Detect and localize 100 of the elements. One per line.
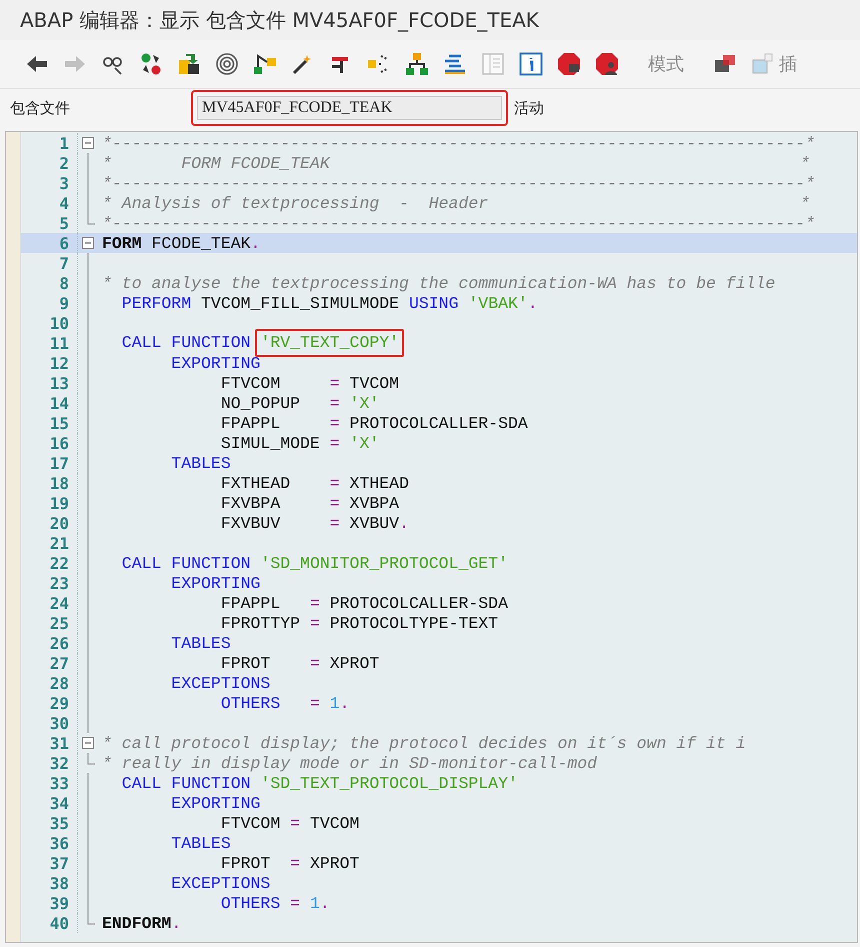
code-token: 'VBAK' <box>467 294 528 312</box>
line-number: 36 <box>48 834 69 852</box>
code-token: TVCOM <box>348 374 400 392</box>
line-number: 27 <box>48 654 69 672</box>
line-number: 14 <box>48 394 69 412</box>
org-chart-icon <box>405 52 429 76</box>
line-number: 1 <box>58 134 69 152</box>
code-token: FPROT <box>220 654 272 672</box>
line-number: 21 <box>48 534 69 552</box>
code-token: = <box>330 414 340 432</box>
collapse-icon[interactable] <box>82 137 94 149</box>
code-token: FORM <box>102 234 142 252</box>
include-field[interactable]: MV45AF0F_FCODE_TEAK <box>197 96 502 120</box>
code-token: = <box>330 394 340 412</box>
code-token: = <box>310 594 320 612</box>
line-number: 11 <box>48 334 69 352</box>
code-token: *---------------------------------------------------------------------- <box>102 174 806 192</box>
spiral-icon <box>215 52 239 76</box>
code-token: EXCEPTIONS <box>170 674 270 692</box>
line-number: 34 <box>48 794 69 812</box>
code-token: XVBPA <box>348 494 400 512</box>
line-number: 24 <box>48 594 69 612</box>
code-token: *---------------------------------------------------------------------- <box>102 214 806 232</box>
collapse-icon[interactable] <box>82 737 94 749</box>
line-number: 22 <box>48 554 69 572</box>
code-token: 'SD_TEXT_PROTOCOL_DISPLAY' <box>260 774 518 792</box>
code-token: XPROT <box>328 654 380 672</box>
line-number: 6 <box>58 234 69 252</box>
line-number: 35 <box>48 814 69 832</box>
line-number: 28 <box>48 674 69 692</box>
line-number: 39 <box>48 894 69 912</box>
insert-icon <box>751 52 775 76</box>
box-arrow-icon <box>177 52 201 76</box>
code-token: EXCEPTIONS <box>170 874 270 892</box>
code-token: OTHERS <box>220 894 282 912</box>
field-label: 包含文件 <box>10 98 71 118</box>
line-number: 5 <box>58 214 69 232</box>
code-token: FPAPPL <box>220 594 282 612</box>
code-token: XPROT <box>308 854 360 872</box>
collapse-icon[interactable] <box>82 237 94 249</box>
code-token: TABLES <box>170 634 231 652</box>
fold-end-line <box>87 213 95 225</box>
info-icon <box>519 52 543 76</box>
line-number: 31 <box>48 734 69 752</box>
comment-end-mark: * <box>800 154 810 172</box>
text-lines-icon <box>443 52 467 76</box>
code-token: SIMUL_MODE <box>220 434 321 452</box>
line-number: 16 <box>48 434 69 452</box>
line-number: 9 <box>58 294 69 312</box>
code-token: FXVBUV <box>220 514 282 532</box>
code-token: TABLES <box>170 834 231 852</box>
code-token: . <box>250 234 260 252</box>
code-token: *---------------------------------------------------------------------- <box>102 134 806 152</box>
code-token: PERFORM <box>120 294 192 312</box>
code-token: . <box>528 294 538 312</box>
code-token: FPROTTYP <box>220 614 302 632</box>
line-number: 7 <box>58 254 69 272</box>
code-token: = <box>330 494 340 512</box>
code-token: XVBUV <box>348 514 400 532</box>
code-token: . <box>399 514 409 532</box>
code-token: = <box>290 814 300 832</box>
code-token: FTVCOM <box>220 814 282 832</box>
line-number: 18 <box>48 474 69 492</box>
code-token: EXPORTING <box>170 794 260 812</box>
code-token: = <box>330 514 340 532</box>
code-token: = <box>290 894 300 912</box>
stop-sign-icon <box>557 52 581 76</box>
code-token: * to analyse the textprocessing the communication-WA has to be fille <box>102 274 776 292</box>
code-token: * call protocol display; the protocol decides on it´s own if it i <box>102 734 746 752</box>
line-number: 33 <box>48 774 69 792</box>
line-number: 37 <box>48 854 69 872</box>
code-token: CALL FUNCTION <box>120 774 252 792</box>
line-number: 4 <box>58 194 69 212</box>
comment-end-mark: * <box>800 194 810 212</box>
code-token: = <box>330 374 340 392</box>
line-number: 26 <box>48 634 69 652</box>
comment-end-mark: * <box>805 134 815 152</box>
code-token: FPROT <box>220 854 272 872</box>
code-token: OTHERS <box>220 694 282 712</box>
window-title: ABAP 编辑器：显示 包含文件 MV45AF0F_FCODE_TEAK <box>0 0 860 40</box>
code-token: * FORM FCODE_TEAK <box>102 154 330 172</box>
fold-end-line <box>87 753 95 765</box>
line-number: 8 <box>58 274 69 292</box>
code-token: PROTOCOLTYPE-TEXT <box>328 614 498 632</box>
code-token: = <box>330 474 340 492</box>
code-token: USING <box>408 294 458 312</box>
code-token: NO_POPUP <box>220 394 302 412</box>
code-token: FCODE_TEAK <box>150 234 251 252</box>
code-token: = <box>290 854 300 872</box>
code-token: EXPORTING <box>170 574 260 592</box>
code-token: CALL FUNCTION <box>120 333 252 353</box>
line-number: 19 <box>48 494 69 512</box>
code-token: * Analysis of textprocessing - Header <box>102 194 488 212</box>
code-token: CALL FUNCTION <box>120 554 252 572</box>
code-token: TABLES <box>170 454 231 472</box>
code-token: 'X' <box>348 394 380 412</box>
code-token: PROTOCOLCALLER-SDA <box>328 594 508 612</box>
cycle-icon <box>139 52 163 76</box>
code-token: FXTHEAD <box>220 474 292 492</box>
code-token: = <box>310 694 320 712</box>
